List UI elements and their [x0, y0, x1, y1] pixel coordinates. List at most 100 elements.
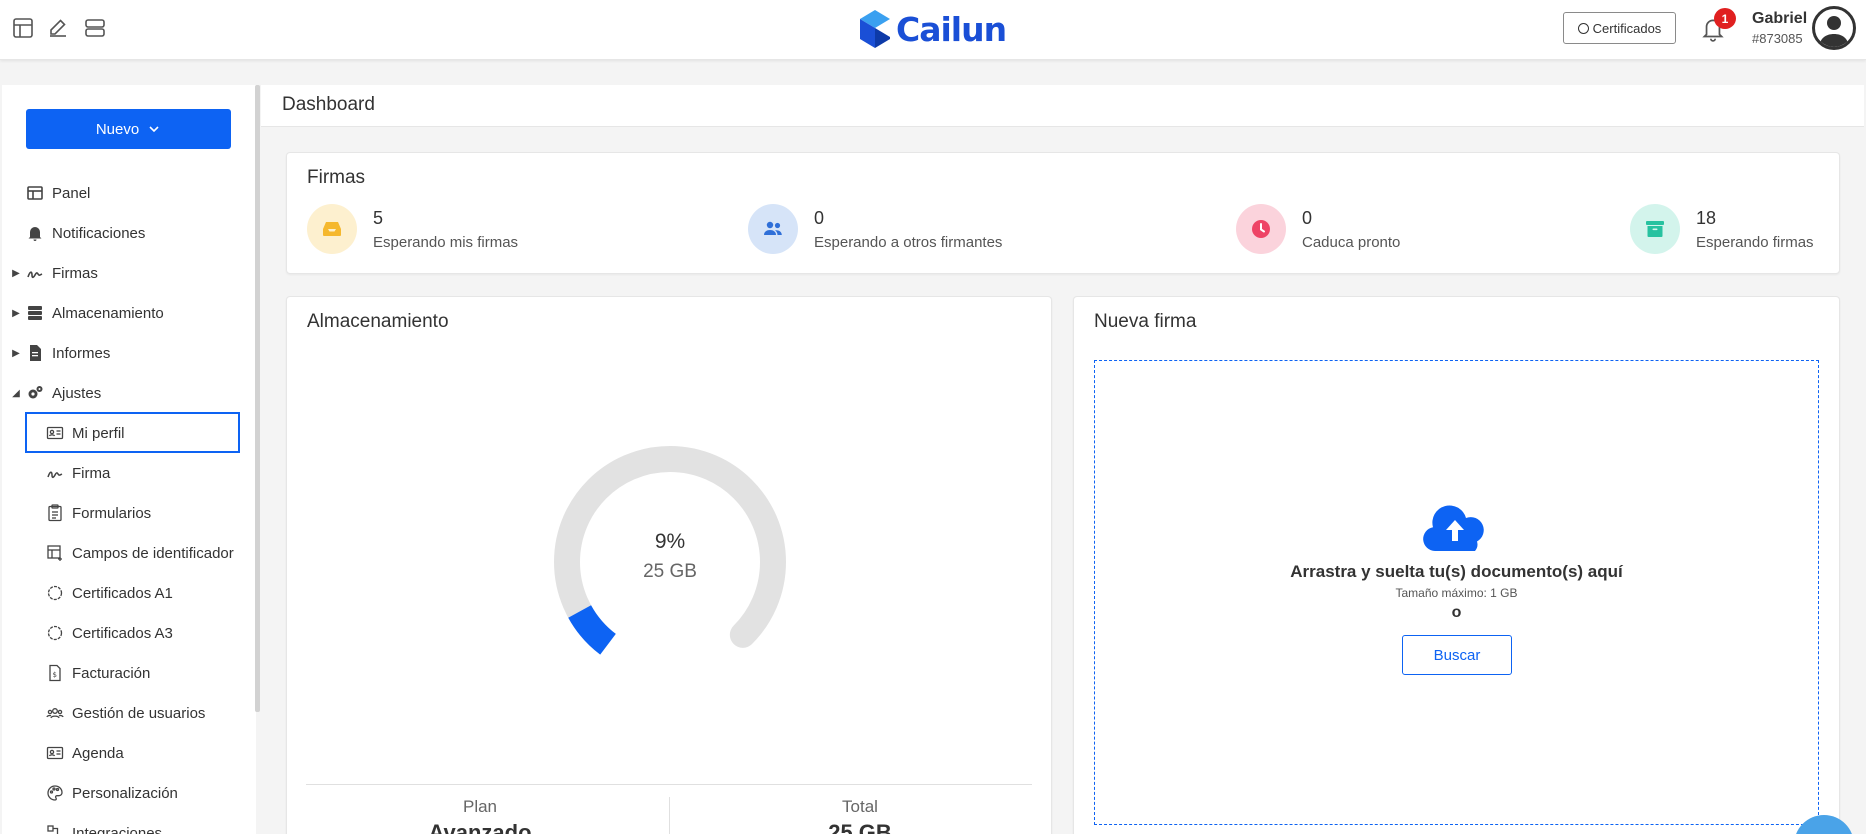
file-icon: [26, 344, 44, 362]
divider: [669, 797, 670, 834]
sidebar-item-label: Firma: [72, 464, 111, 482]
users-icon: [46, 704, 64, 722]
inbox-icon: [323, 222, 341, 236]
sidebar-item-informes[interactable]: ▶ Informes: [10, 337, 110, 369]
stat-value: 0: [814, 208, 825, 228]
certificate-icon: [46, 584, 64, 602]
new-button[interactable]: Nuevo: [26, 109, 231, 149]
clock-icon: [1252, 220, 1270, 238]
invoice-icon: $: [46, 664, 64, 682]
table-plus-icon: [46, 544, 64, 562]
sidebar-subitem-facturacion[interactable]: $ Facturación: [44, 657, 150, 689]
almacenamiento-title: Almacenamiento: [307, 311, 449, 332]
sidebar-item-label: Integraciones: [72, 824, 163, 834]
sidebar-item-label: Panel: [52, 184, 91, 202]
user-id: #873085: [1752, 31, 1803, 46]
notification-badge: 1: [1714, 8, 1736, 29]
total-label: Total: [842, 797, 878, 816]
plan-label: Plan: [462, 797, 498, 816]
cloud-upload-icon: [1423, 505, 1484, 551]
svg-text:$: $: [53, 671, 57, 679]
caret-down-icon: ◢: [12, 387, 20, 399]
sidebar-subitem-agenda[interactable]: Agenda: [44, 737, 124, 769]
user-avatar-icon: [1819, 16, 1849, 47]
signature-icon: [46, 464, 64, 482]
sidebar-item-label: Agenda: [72, 744, 124, 762]
sidebar-scrollbar[interactable]: [255, 85, 260, 712]
firmas-card: [286, 152, 1840, 274]
sidebar-subitem-gestion-usuarios[interactable]: Gestión de usuarios: [44, 697, 205, 729]
sidebar-item-ajustes[interactable]: ◢ Ajustes: [10, 377, 101, 409]
sidebar-item-label: Firmas: [52, 264, 98, 282]
layout-icon[interactable]: [11, 16, 35, 40]
chevron-down-icon: [149, 126, 159, 133]
sidebar-subitem-integraciones[interactable]: Integraciones: [44, 817, 162, 834]
sidebar-item-label: Gestión de usuarios: [72, 704, 206, 722]
clipboard-icon: [46, 504, 64, 522]
stat-label: Caduca pronto: [1302, 234, 1401, 251]
new-button-label: Nuevo: [95, 120, 140, 138]
sidebar-item-label: Notificaciones: [52, 224, 146, 242]
caret-right-icon: ▶: [12, 267, 20, 279]
nueva-firma-title: Nueva firma: [1094, 311, 1197, 332]
contact-card-icon: [46, 744, 64, 762]
sidebar-item-label: Almacenamiento: [52, 304, 164, 322]
sidebar-item-label: Mi perfil: [72, 424, 125, 442]
bell-icon: [26, 224, 44, 242]
id-card-icon: [46, 424, 64, 442]
table-icon: [26, 184, 44, 202]
sidebar-item-firmas[interactable]: ▶ Firmas: [10, 257, 98, 289]
certificados-label: Certificados: [1592, 20, 1662, 36]
stat-caduca-pronto[interactable]: [1236, 204, 1286, 254]
sidebar-item-notificaciones[interactable]: Notificaciones: [10, 217, 145, 249]
server-icon: [26, 304, 44, 322]
sidebar-subitem-firma[interactable]: Firma: [44, 457, 110, 489]
stat-value: 5: [373, 208, 384, 228]
brand-logo[interactable]: Cailun: [858, 6, 1007, 52]
plan-value: Avanzado: [428, 820, 532, 834]
sidebar-subitem-certificados-a3[interactable]: Certificados A3: [44, 617, 173, 649]
sidebar-item-label: Informes: [52, 344, 111, 362]
stat-esperando-mis-firmas[interactable]: [307, 204, 357, 254]
server-icon[interactable]: [83, 16, 107, 40]
sidebar-item-panel[interactable]: Panel: [10, 177, 90, 209]
sidebar-subitem-certificados-a1[interactable]: Certificados A1: [44, 577, 173, 609]
stat-esperando-otros[interactable]: [748, 204, 798, 254]
certificados-button[interactable]: Certificados: [1563, 12, 1676, 44]
stat-label: Esperando a otros firmantes: [814, 234, 1003, 251]
sidebar-subitem-formularios[interactable]: Formularios: [44, 497, 151, 529]
sidebar-subitem-mi-perfil[interactable]: Mi perfil: [44, 417, 125, 449]
edit-icon[interactable]: [46, 16, 70, 40]
gears-icon: [26, 384, 44, 402]
sidebar-item-label: Certificados A3: [72, 624, 173, 642]
stat-label: Esperando firmas: [1696, 234, 1814, 251]
certificate-icon: [46, 624, 64, 642]
sidebar-subitem-campos[interactable]: Campos de identificador: [44, 537, 234, 569]
sidebar-item-label: Formularios: [72, 504, 152, 522]
firmas-title: Firmas: [307, 167, 366, 188]
caret-right-icon: ▶: [12, 347, 20, 359]
dropzone-or: o: [1451, 604, 1462, 621]
sidebar-item-label: Ajustes: [52, 384, 102, 402]
page-title: Dashboard: [282, 94, 375, 115]
sidebar-item-almacenamiento[interactable]: ▶ Almacenamiento: [10, 297, 164, 329]
dashboard-header: [261, 85, 1864, 127]
storage-percent: 9%: [654, 530, 686, 553]
brand-name: Cailun: [896, 9, 1007, 49]
sidebar-item-label: Personalización: [72, 784, 178, 802]
integrations-icon: [46, 824, 64, 834]
palette-icon: [46, 784, 64, 802]
stat-label: Esperando mis firmas: [373, 234, 519, 251]
cube-logo-icon: [860, 10, 890, 48]
stat-esperando-firmas[interactable]: [1630, 204, 1680, 254]
user-name[interactable]: Gabriel: [1752, 10, 1807, 28]
sidebar-subitem-personalizacion[interactable]: Personalización: [44, 777, 178, 809]
divider: [306, 784, 1032, 785]
avatar[interactable]: [1812, 6, 1856, 50]
signature-icon: [26, 264, 44, 282]
stat-value: 18: [1696, 208, 1717, 228]
total-value: 25 GB: [828, 820, 892, 834]
dropzone-title: Arrastra y suelta tu(s) documento(s) aqu…: [1290, 562, 1623, 581]
browse-button[interactable]: Buscar: [1402, 635, 1512, 675]
stat-value: 0: [1302, 208, 1313, 228]
